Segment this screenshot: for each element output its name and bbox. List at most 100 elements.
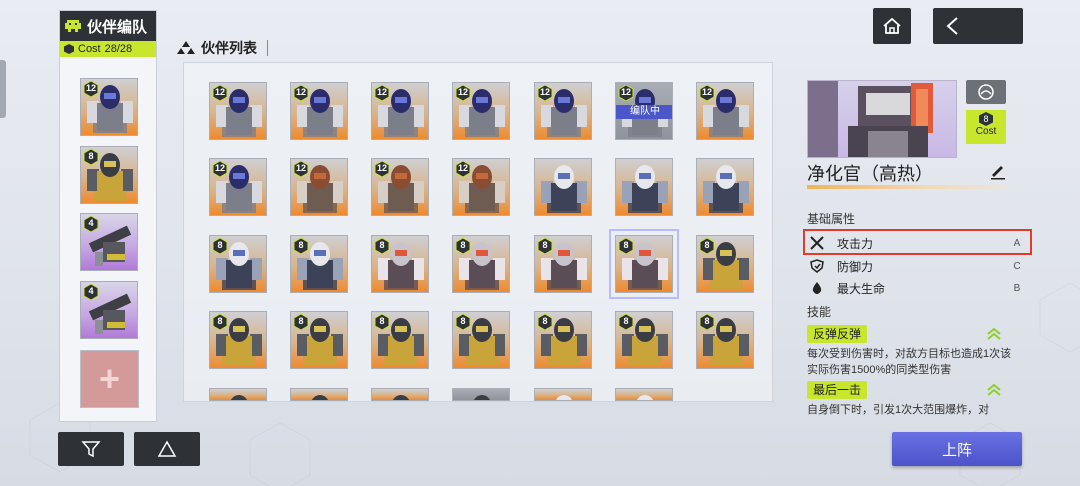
level-badge: 8 xyxy=(212,314,228,330)
companion-card[interactable]: 12 xyxy=(290,82,348,140)
shield-icon xyxy=(807,259,827,273)
side-drawer-handle[interactable] xyxy=(0,60,6,118)
chevron-up-icon[interactable] xyxy=(986,328,1002,340)
companion-card[interactable]: 8 xyxy=(290,235,348,293)
level-badge: 12 xyxy=(618,85,634,101)
mech-portrait-image xyxy=(808,81,933,157)
companion-card[interactable] xyxy=(452,388,510,401)
companion-card[interactable]: 8 xyxy=(534,311,592,369)
companion-card[interactable]: 12 xyxy=(452,158,510,216)
level-badge: 12 xyxy=(455,161,471,177)
attribute-row-max-hp[interactable]: 最大生命 B xyxy=(807,277,1027,299)
team-cost-label: Cost xyxy=(78,43,101,55)
team-header: 伙伴编队 xyxy=(60,11,156,41)
companion-card[interactable]: 8 xyxy=(290,311,348,369)
level-badge: 8 xyxy=(83,149,99,165)
companion-card[interactable]: 8 xyxy=(696,235,754,293)
skills-title: 技能 xyxy=(807,305,832,319)
companion-card[interactable]: 12 xyxy=(209,158,267,216)
edit-icon[interactable] xyxy=(989,162,1007,180)
companion-card[interactable]: 8 xyxy=(615,311,673,369)
companion-card[interactable] xyxy=(371,388,429,401)
companion-card[interactable] xyxy=(290,388,348,401)
back-button[interactable] xyxy=(933,8,1023,44)
filter-button[interactable] xyxy=(58,432,124,466)
level-badge: 12 xyxy=(83,81,99,97)
alien-icon xyxy=(65,20,81,32)
companion-card[interactable] xyxy=(615,158,673,216)
level-badge: 12 xyxy=(699,85,715,101)
home-icon xyxy=(883,17,901,34)
character-name: 净化官（高热） xyxy=(807,164,933,184)
back-arrow-icon xyxy=(946,17,958,35)
companion-card[interactable]: 8 xyxy=(696,311,754,369)
companion-card[interactable]: 8 xyxy=(371,235,429,293)
attribute-label: 防御力 xyxy=(837,259,874,274)
level-badge: 4 xyxy=(83,216,99,232)
companion-card[interactable]: 12 编队中 xyxy=(615,82,673,140)
companion-card[interactable]: 12 xyxy=(452,82,510,140)
deploy-button[interactable]: 上阵 xyxy=(892,432,1022,466)
skill-name-tag[interactable]: 反弹反弹 xyxy=(807,325,868,343)
sort-button[interactable] xyxy=(134,432,200,466)
team-panel: 伙伴编队 Cost 28/28 12 8 4 4 + xyxy=(59,10,157,422)
companion-card[interactable]: 12 xyxy=(371,82,429,140)
add-member-button[interactable]: + xyxy=(80,350,139,408)
triangle-sort-icon xyxy=(157,440,177,457)
team-member-slot[interactable]: 4 xyxy=(80,213,138,271)
level-badge: 12 xyxy=(374,85,390,101)
companion-card[interactable]: 12 xyxy=(696,82,754,140)
companion-card[interactable]: 12 xyxy=(290,158,348,216)
level-badge: 8 xyxy=(293,238,309,254)
companion-card[interactable] xyxy=(534,158,592,216)
companion-card[interactable]: 8 xyxy=(209,235,267,293)
name-underline-bar xyxy=(807,185,1007,189)
filter-icon xyxy=(81,441,101,458)
companion-card[interactable]: 8 xyxy=(371,311,429,369)
companion-card[interactable]: 8 xyxy=(209,311,267,369)
helmet-icon xyxy=(978,84,994,100)
chevron-up-icon[interactable] xyxy=(986,384,1002,396)
level-badge: 12 xyxy=(537,85,553,101)
skill-name-tag[interactable]: 最后一击 xyxy=(807,381,868,399)
level-badge: 12 xyxy=(293,161,309,177)
companion-card[interactable]: 8 xyxy=(534,235,592,293)
level-badge: 8 xyxy=(455,238,471,254)
level-badge: 8 xyxy=(618,314,634,330)
companion-card[interactable]: 12 xyxy=(209,82,267,140)
level-badge: 8 xyxy=(293,314,309,330)
attribute-grade: B xyxy=(1013,282,1021,294)
team-cost-bar: Cost 28/28 xyxy=(60,41,156,57)
level-badge: 12 xyxy=(293,85,309,101)
attribute-row-defense[interactable]: 防御力 C xyxy=(807,255,1027,277)
team-member-slot[interactable]: 4 xyxy=(80,281,138,339)
in-team-label: 编队中 xyxy=(616,105,672,119)
companion-card[interactable]: 12 xyxy=(371,158,429,216)
companion-card[interactable]: 12 xyxy=(534,82,592,140)
title-divider xyxy=(267,40,268,56)
companion-card[interactable] xyxy=(534,388,592,401)
level-badge: 8 xyxy=(537,314,553,330)
character-portrait xyxy=(807,80,957,158)
companion-card-selected[interactable]: 8 xyxy=(609,229,679,299)
character-cost-value: 8 xyxy=(979,112,993,126)
skill-description: 自身倒下时，引发1次大范围爆炸，对 xyxy=(807,404,990,416)
team-member-slot[interactable]: 12 xyxy=(80,78,138,136)
level-badge: 12 xyxy=(455,85,471,101)
companion-card[interactable]: 8 xyxy=(452,235,510,293)
role-icon-button[interactable] xyxy=(966,80,1006,104)
companion-card[interactable] xyxy=(615,388,673,401)
level-badge: 8 xyxy=(374,314,390,330)
team-member-slot[interactable]: 8 xyxy=(80,146,138,204)
home-button[interactable] xyxy=(873,8,911,44)
companion-card[interactable] xyxy=(696,158,754,216)
attribute-label: 最大生命 xyxy=(837,281,886,296)
companion-card[interactable] xyxy=(209,388,267,401)
attack-row-highlight xyxy=(803,229,1032,255)
level-badge: 8 xyxy=(618,238,634,254)
companion-card[interactable]: 8 xyxy=(452,311,510,369)
level-badge: 8 xyxy=(699,238,715,254)
team-title: 伙伴编队 xyxy=(87,18,148,36)
character-cost-badge: 8 Cost xyxy=(966,110,1006,144)
level-badge: 12 xyxy=(212,85,228,101)
